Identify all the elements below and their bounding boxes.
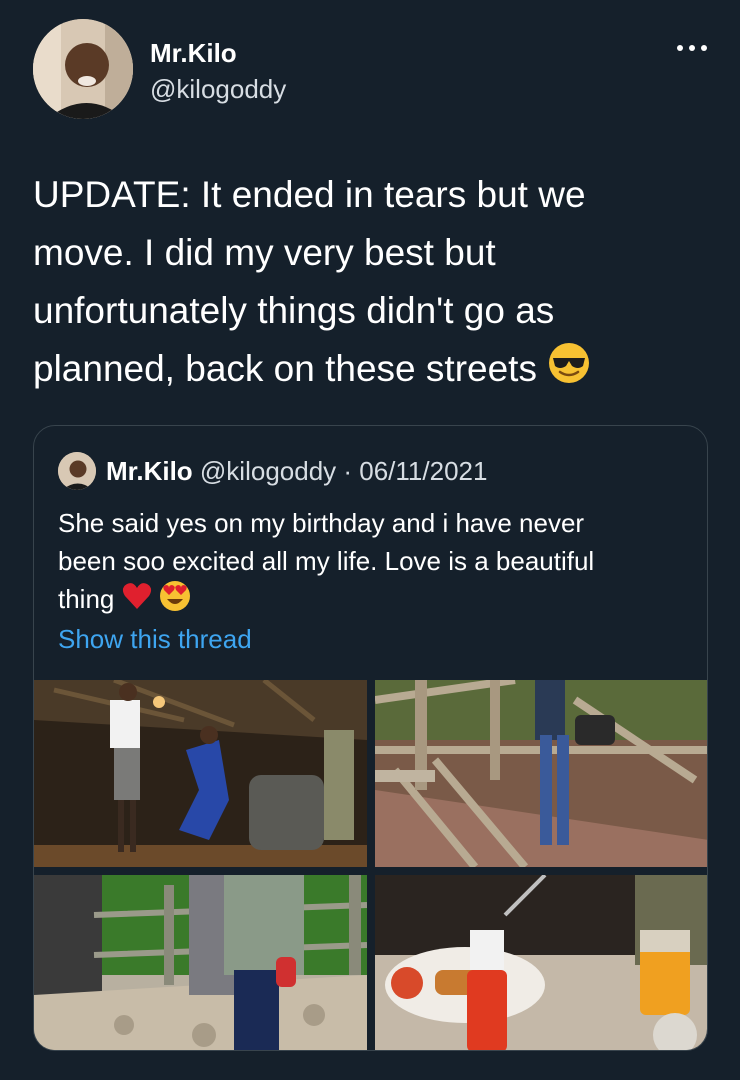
tweet-text: UPDATE: It ended in tears but we move. I… <box>33 166 713 402</box>
quoted-author-avatar <box>58 452 96 490</box>
tweet-line: unfortunately things didn't go as <box>33 290 555 331</box>
heart-eyes-emoji-icon <box>159 580 191 622</box>
tweet-card: Mr.Kilo @kilogoddy UPDATE: It ended in t… <box>0 0 740 1080</box>
author-avatar[interactable] <box>33 19 133 119</box>
tweet-line: move. I did my very best but <box>33 232 496 273</box>
quoted-tweet[interactable]: Mr.Kilo @kilogoddy · 06/11/2021 She said… <box>33 425 708 1051</box>
quoted-author-name: Mr.Kilo <box>106 456 193 486</box>
red-heart-icon <box>122 582 152 620</box>
quoted-text: She said yes on my birthday and i have n… <box>58 504 688 622</box>
tweet-line: UPDATE: It ended in tears but we <box>33 174 586 215</box>
proposal-indoor-photo[interactable] <box>34 680 367 867</box>
author-name[interactable]: Mr.Kilo <box>150 38 237 69</box>
more-options-icon[interactable] <box>672 36 712 60</box>
show-thread-link[interactable]: Show this thread <box>58 624 252 655</box>
author-handle[interactable]: @kilogoddy <box>150 74 286 105</box>
quoted-line-last: thing <box>58 580 688 622</box>
sunglasses-emoji-icon <box>547 341 591 402</box>
deck-walkway-photo[interactable] <box>375 680 707 867</box>
tweet-line: planned, back on these streets <box>33 348 537 389</box>
breakfast-table-photo[interactable] <box>375 875 707 1050</box>
quoted-line: She said yes on my birthday and i have n… <box>58 508 585 538</box>
quoted-line: thing <box>58 584 115 614</box>
quoted-header: Mr.Kilo @kilogoddy · 06/11/2021 <box>106 456 487 487</box>
quoted-handle-date: @kilogoddy · 06/11/2021 <box>199 456 488 486</box>
stone-patio-photo[interactable] <box>34 875 367 1050</box>
quoted-line: been soo excited all my life. Love is a … <box>58 546 595 576</box>
tweet-line-last: planned, back on these streets <box>33 340 713 402</box>
